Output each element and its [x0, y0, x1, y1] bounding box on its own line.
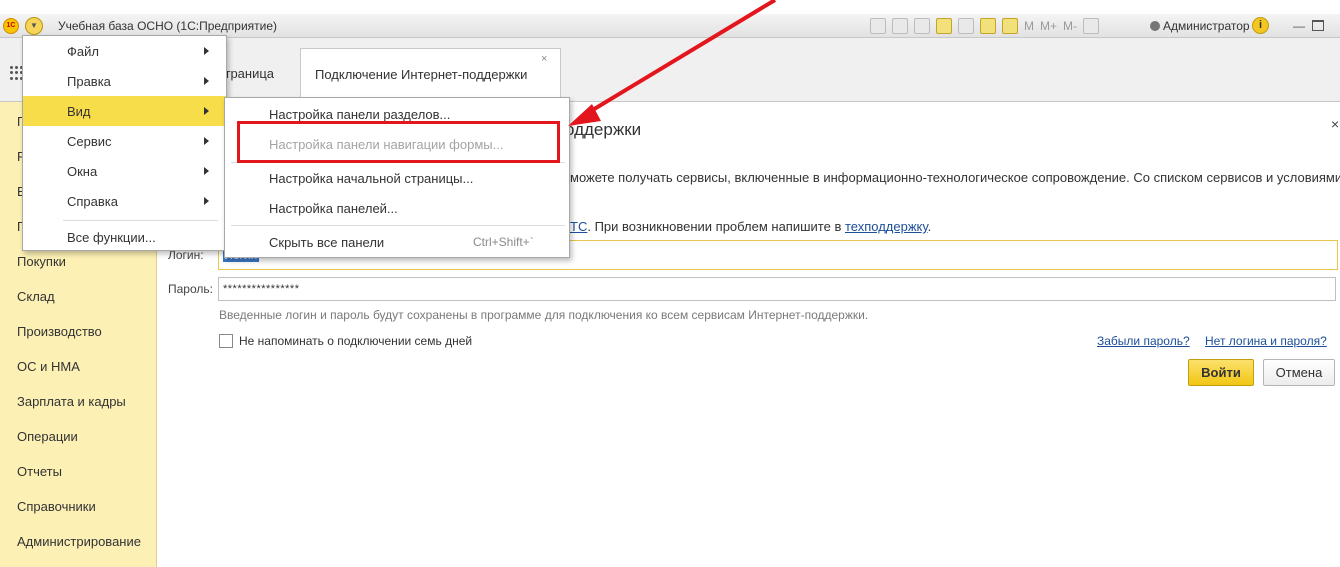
password-label: Пароль: — [168, 282, 213, 296]
submenu-arrow-icon — [204, 167, 209, 175]
maximize-button[interactable] — [1312, 20, 1324, 31]
menu-item-all-functions[interactable]: Все функции... — [23, 222, 226, 252]
menu-item-service[interactable]: Сервис — [23, 126, 226, 156]
menu-item-label: Окна — [67, 164, 98, 179]
hide-panels-shortcut: Ctrl+Shift+` — [473, 235, 534, 249]
submenu-separator — [231, 225, 565, 226]
submenu-arrow-icon — [204, 107, 209, 115]
desc-text: . При возникновении проблем напишите в — [587, 219, 845, 234]
login-button[interactable]: Войти — [1188, 359, 1254, 386]
sidebar-item-purchases[interactable]: Покупки — [17, 254, 66, 269]
form-description: можете получать сервисы, включенные в ин… — [570, 170, 1340, 185]
menu-item-help[interactable]: Справка — [23, 186, 226, 216]
its-link[interactable]: ТС — [570, 219, 587, 234]
sidebar-item-administration[interactable]: Администрирование — [17, 534, 141, 549]
menu-item-label: Правка — [67, 74, 111, 89]
tab-close-icon[interactable]: × — [541, 53, 547, 65]
submenu-arrow-icon — [204, 47, 209, 55]
user-icon — [1150, 21, 1160, 31]
tab-internet-support[interactable]: Подключение Интернет-поддержки × — [300, 48, 561, 103]
submenu-item-start-page[interactable]: Настройка начальной страницы... — [269, 171, 473, 186]
menu-item-label: Справка — [67, 194, 118, 209]
menu-item-windows[interactable]: Окна — [23, 156, 226, 186]
memory-button[interactable]: M — [1024, 19, 1034, 33]
toolbar: M M+ M- — [870, 18, 1100, 34]
sidebar-item-warehouse[interactable]: Склад — [17, 289, 55, 304]
remind-label[interactable]: Не напоминать о подключении семь дней — [239, 334, 472, 348]
forgot-password-link[interactable]: Забыли пароль? — [1097, 334, 1190, 348]
minimize-button[interactable]: — — [1293, 19, 1305, 33]
form-title: оддержки — [565, 120, 642, 139]
remind-checkbox[interactable] — [219, 334, 233, 348]
sidebar-item-fixed-assets[interactable]: ОС и НМА — [17, 359, 80, 374]
cancel-button[interactable]: Отмена — [1263, 359, 1335, 386]
techsupport-link[interactable]: техподдержку — [845, 219, 928, 234]
no-login-link[interactable]: Нет логина и пароля? — [1205, 334, 1327, 348]
panels-icon[interactable] — [1083, 18, 1100, 34]
sidebar-item-catalogs[interactable]: Справочники — [17, 499, 96, 514]
save-icon[interactable] — [870, 18, 886, 34]
submenu-arrow-icon — [204, 137, 209, 145]
submenu-arrow-icon — [204, 77, 209, 85]
menu-item-label: Сервис — [67, 134, 112, 149]
sidebar-item-salary[interactable]: Зарплата и кадры — [17, 394, 126, 409]
password-value: **************** — [223, 283, 300, 295]
tab-label: Подключение Интернет-поддержки — [315, 67, 528, 82]
sidebar-item-operations[interactable]: Операции — [17, 429, 78, 444]
favorites-star-icon[interactable] — [936, 18, 952, 34]
sidebar-item-reports[interactable]: Отчеты — [17, 464, 62, 479]
menu-item-edit[interactable]: Правка — [23, 66, 226, 96]
submenu-arrow-icon — [204, 197, 209, 205]
print-icon[interactable] — [892, 18, 908, 34]
memory-plus-button[interactable]: M+ — [1040, 19, 1057, 33]
submenu-item-hide-panels[interactable]: Скрыть все панели — [269, 235, 384, 250]
menu-item-view[interactable]: Вид — [23, 96, 226, 126]
menu-item-label: Файл — [67, 44, 99, 59]
info-icon[interactable]: i — [1252, 17, 1269, 34]
menu-separator — [63, 220, 218, 221]
user-menu[interactable]: Администратор — [1150, 19, 1250, 33]
main-menu-button[interactable]: ▼ — [25, 17, 43, 35]
window-title: Учебная база ОСНО (1С:Предприятие) — [58, 19, 278, 33]
memory-minus-button[interactable]: M- — [1063, 19, 1077, 33]
preview-icon[interactable] — [914, 18, 930, 34]
main-menu-dropdown: Файл Правка Вид Сервис Окна Справка Все … — [22, 35, 227, 251]
form-description-line2: ТС. При возникновении проблем напишите в… — [570, 219, 931, 234]
menu-item-label: Вид — [67, 104, 91, 119]
menu-item-file[interactable]: Файл — [23, 36, 226, 66]
calculator-icon[interactable] — [980, 18, 996, 34]
submenu-item-panels[interactable]: Настройка панелей... — [269, 201, 398, 216]
password-input[interactable]: **************** — [218, 277, 1336, 301]
sidebar-item-production[interactable]: Производство — [17, 324, 102, 339]
desc-end: . — [927, 219, 932, 234]
user-name: Администратор — [1163, 19, 1250, 33]
submenu-item-sections-panel[interactable]: Настройка панели разделов... — [269, 107, 450, 122]
save-credentials-note: Введенные логин и пароль будут сохранены… — [219, 308, 869, 322]
app-logo-icon: 1С — [3, 18, 19, 34]
menu-item-label: Все функции... — [67, 230, 156, 245]
highlight-box — [237, 121, 560, 163]
link-icon[interactable] — [958, 18, 974, 34]
form-close-icon[interactable]: × — [1331, 116, 1339, 132]
calendar-icon[interactable] — [1002, 18, 1018, 34]
